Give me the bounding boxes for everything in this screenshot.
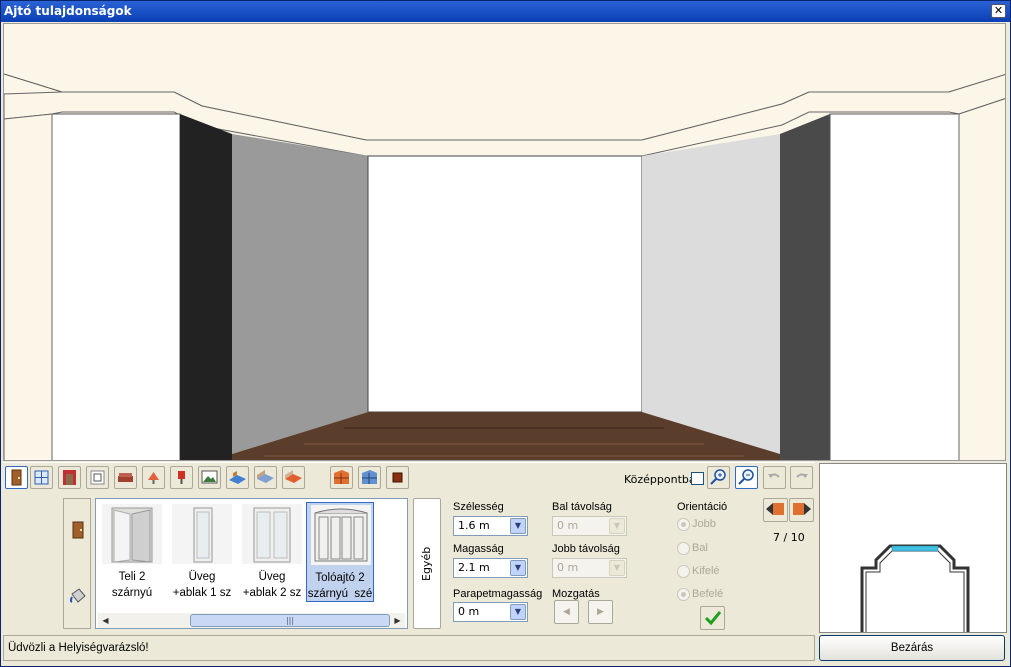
tab-egyeb[interactable]: Egyéb xyxy=(413,498,441,629)
next-room-button[interactable] xyxy=(789,498,814,522)
right-distance-label: Jobb távolság xyxy=(552,543,620,555)
picture-icon[interactable] xyxy=(198,466,221,489)
move-left-button[interactable]: ◀ xyxy=(554,600,579,624)
radio-jobb-label: Jobb xyxy=(692,518,716,530)
status-text: Üdvözli a Helyiségvarázsló! xyxy=(8,642,149,654)
prev-room-button[interactable] xyxy=(763,498,788,522)
scroll-grip: ||| xyxy=(285,616,295,625)
object-toolbar: Középpontba xyxy=(3,462,815,494)
width-select[interactable]: 1.6 m ▼ xyxy=(453,516,528,536)
color-square-icon[interactable] xyxy=(386,466,409,489)
width-label: Szélesség xyxy=(453,501,504,513)
sofa-icon[interactable] xyxy=(114,466,137,489)
chevron-down-icon[interactable]: ▼ xyxy=(510,560,526,576)
radio-kifele[interactable] xyxy=(677,565,690,578)
arrow-right-icon xyxy=(793,503,811,515)
glass-door-2-thumbnail xyxy=(242,504,302,564)
gallery-item-label: Tolóajtó 2 szárnyú szé xyxy=(307,572,373,600)
height-label: Magasság xyxy=(453,543,504,555)
paint-bucket-icon[interactable] xyxy=(67,585,89,607)
category-tabs xyxy=(63,498,91,629)
gallery-item[interactable]: Üveg +ablak 1 sz xyxy=(168,502,236,602)
scroll-thumb[interactable]: ||| xyxy=(190,614,390,627)
left-distance-value: 0 m xyxy=(557,519,579,532)
sill-value: 0 m xyxy=(458,605,480,618)
room-floor-icon[interactable] xyxy=(254,466,277,489)
brick-wall-icon[interactable] xyxy=(330,466,353,489)
redo-icon[interactable] xyxy=(790,466,813,489)
radio-befele[interactable] xyxy=(677,588,690,601)
gallery-item[interactable]: Üveg +ablak 2 sz xyxy=(238,502,306,602)
status-bar: Üdvözli a Helyiségvarázsló! xyxy=(3,635,815,661)
sill-select[interactable]: 0 m ▼ xyxy=(453,602,528,622)
double-door-thumbnail xyxy=(102,504,162,564)
zoom-in-icon[interactable] xyxy=(707,466,730,489)
floorplan-icon xyxy=(860,544,970,632)
gallery-item[interactable]: Tolóajtó 2 szárnyú szé xyxy=(306,502,374,602)
chevron-down-icon[interactable]: ▼ xyxy=(510,518,526,534)
width-value: 1.6 m xyxy=(458,519,490,532)
floorplan-preview xyxy=(819,463,1007,633)
arrow-left-icon xyxy=(766,503,784,515)
glass-door-thumbnail xyxy=(172,504,232,564)
floor-icon[interactable] xyxy=(226,466,249,489)
gallery-item-label: Üveg +ablak 1 sz xyxy=(172,571,232,599)
title-bar: Ajtó tulajdonságok ✕ xyxy=(1,1,1010,22)
radio-befele-label: Befelé xyxy=(692,588,724,600)
right-distance-value: 0 m xyxy=(557,561,579,574)
room-3d-view[interactable] xyxy=(3,23,1006,461)
carpet-icon[interactable] xyxy=(282,466,305,489)
radio-jobb[interactable] xyxy=(677,518,690,531)
zoom-out-icon[interactable] xyxy=(735,466,758,489)
left-distance-select[interactable]: 0 m ▼ xyxy=(552,516,627,536)
tile-wall-icon[interactable] xyxy=(358,466,381,489)
room-render xyxy=(4,24,1005,460)
gallery-item[interactable]: Teli 2 szárnyú xyxy=(98,502,166,602)
door-icon[interactable] xyxy=(5,466,28,489)
radio-bal[interactable] xyxy=(677,542,690,555)
height-select[interactable]: 2.1 m ▼ xyxy=(453,558,528,578)
apply-button[interactable] xyxy=(700,606,725,630)
center-label: Középpontba xyxy=(624,473,696,486)
page-counter: 7 / 10 xyxy=(773,531,805,544)
checkmark-icon xyxy=(704,611,722,626)
wall-lamp-icon[interactable] xyxy=(170,466,193,489)
radio-kifele-label: Kifelé xyxy=(692,565,720,577)
sliding-door-thumbnail xyxy=(311,505,371,565)
door-type-gallery: Teli 2 szárnyú Üveg +ablak 1 sz Üveg +ab… xyxy=(95,498,408,629)
scroll-right-icon[interactable]: ▶ xyxy=(390,613,405,628)
left-distance-label: Bal távolság xyxy=(552,501,612,513)
window-icon[interactable] xyxy=(30,466,53,489)
gallery-item-label: Üveg +ablak 2 sz xyxy=(242,571,302,599)
niche-icon[interactable] xyxy=(58,466,81,489)
sill-label: Parapetmagasság xyxy=(453,588,543,600)
move-right-button[interactable]: ▶ xyxy=(588,600,613,624)
height-value: 2.1 m xyxy=(458,561,490,574)
center-checkbox[interactable] xyxy=(691,472,704,485)
gallery-item-label: Teli 2 szárnyú xyxy=(111,571,153,599)
close-button[interactable]: Bezárás xyxy=(819,635,1005,661)
chevron-down-icon[interactable]: ▼ xyxy=(609,560,625,576)
move-label: Mozgatás xyxy=(552,588,600,600)
chevron-down-icon[interactable]: ▼ xyxy=(510,604,526,620)
radio-bal-label: Bal xyxy=(692,542,708,554)
scroll-left-icon[interactable]: ◀ xyxy=(98,613,113,628)
door-category-icon[interactable] xyxy=(67,519,89,541)
tab-egyeb-label: Egyéb xyxy=(420,546,433,581)
chevron-down-icon[interactable]: ▼ xyxy=(609,518,625,534)
lamp-icon[interactable] xyxy=(142,466,165,489)
close-icon[interactable]: ✕ xyxy=(991,4,1006,18)
frame-icon[interactable] xyxy=(86,466,109,489)
gallery-scrollbar[interactable]: ◀ ||| ▶ xyxy=(98,613,405,628)
right-distance-select[interactable]: 0 m ▼ xyxy=(552,558,627,578)
window-title: Ajtó tulajdonságok xyxy=(4,4,132,18)
orientation-label: Orientáció xyxy=(677,501,728,513)
undo-icon[interactable] xyxy=(763,466,786,489)
dialog-window: Ajtó tulajdonságok ✕ Középpontba Teli 2 … xyxy=(0,0,1011,667)
